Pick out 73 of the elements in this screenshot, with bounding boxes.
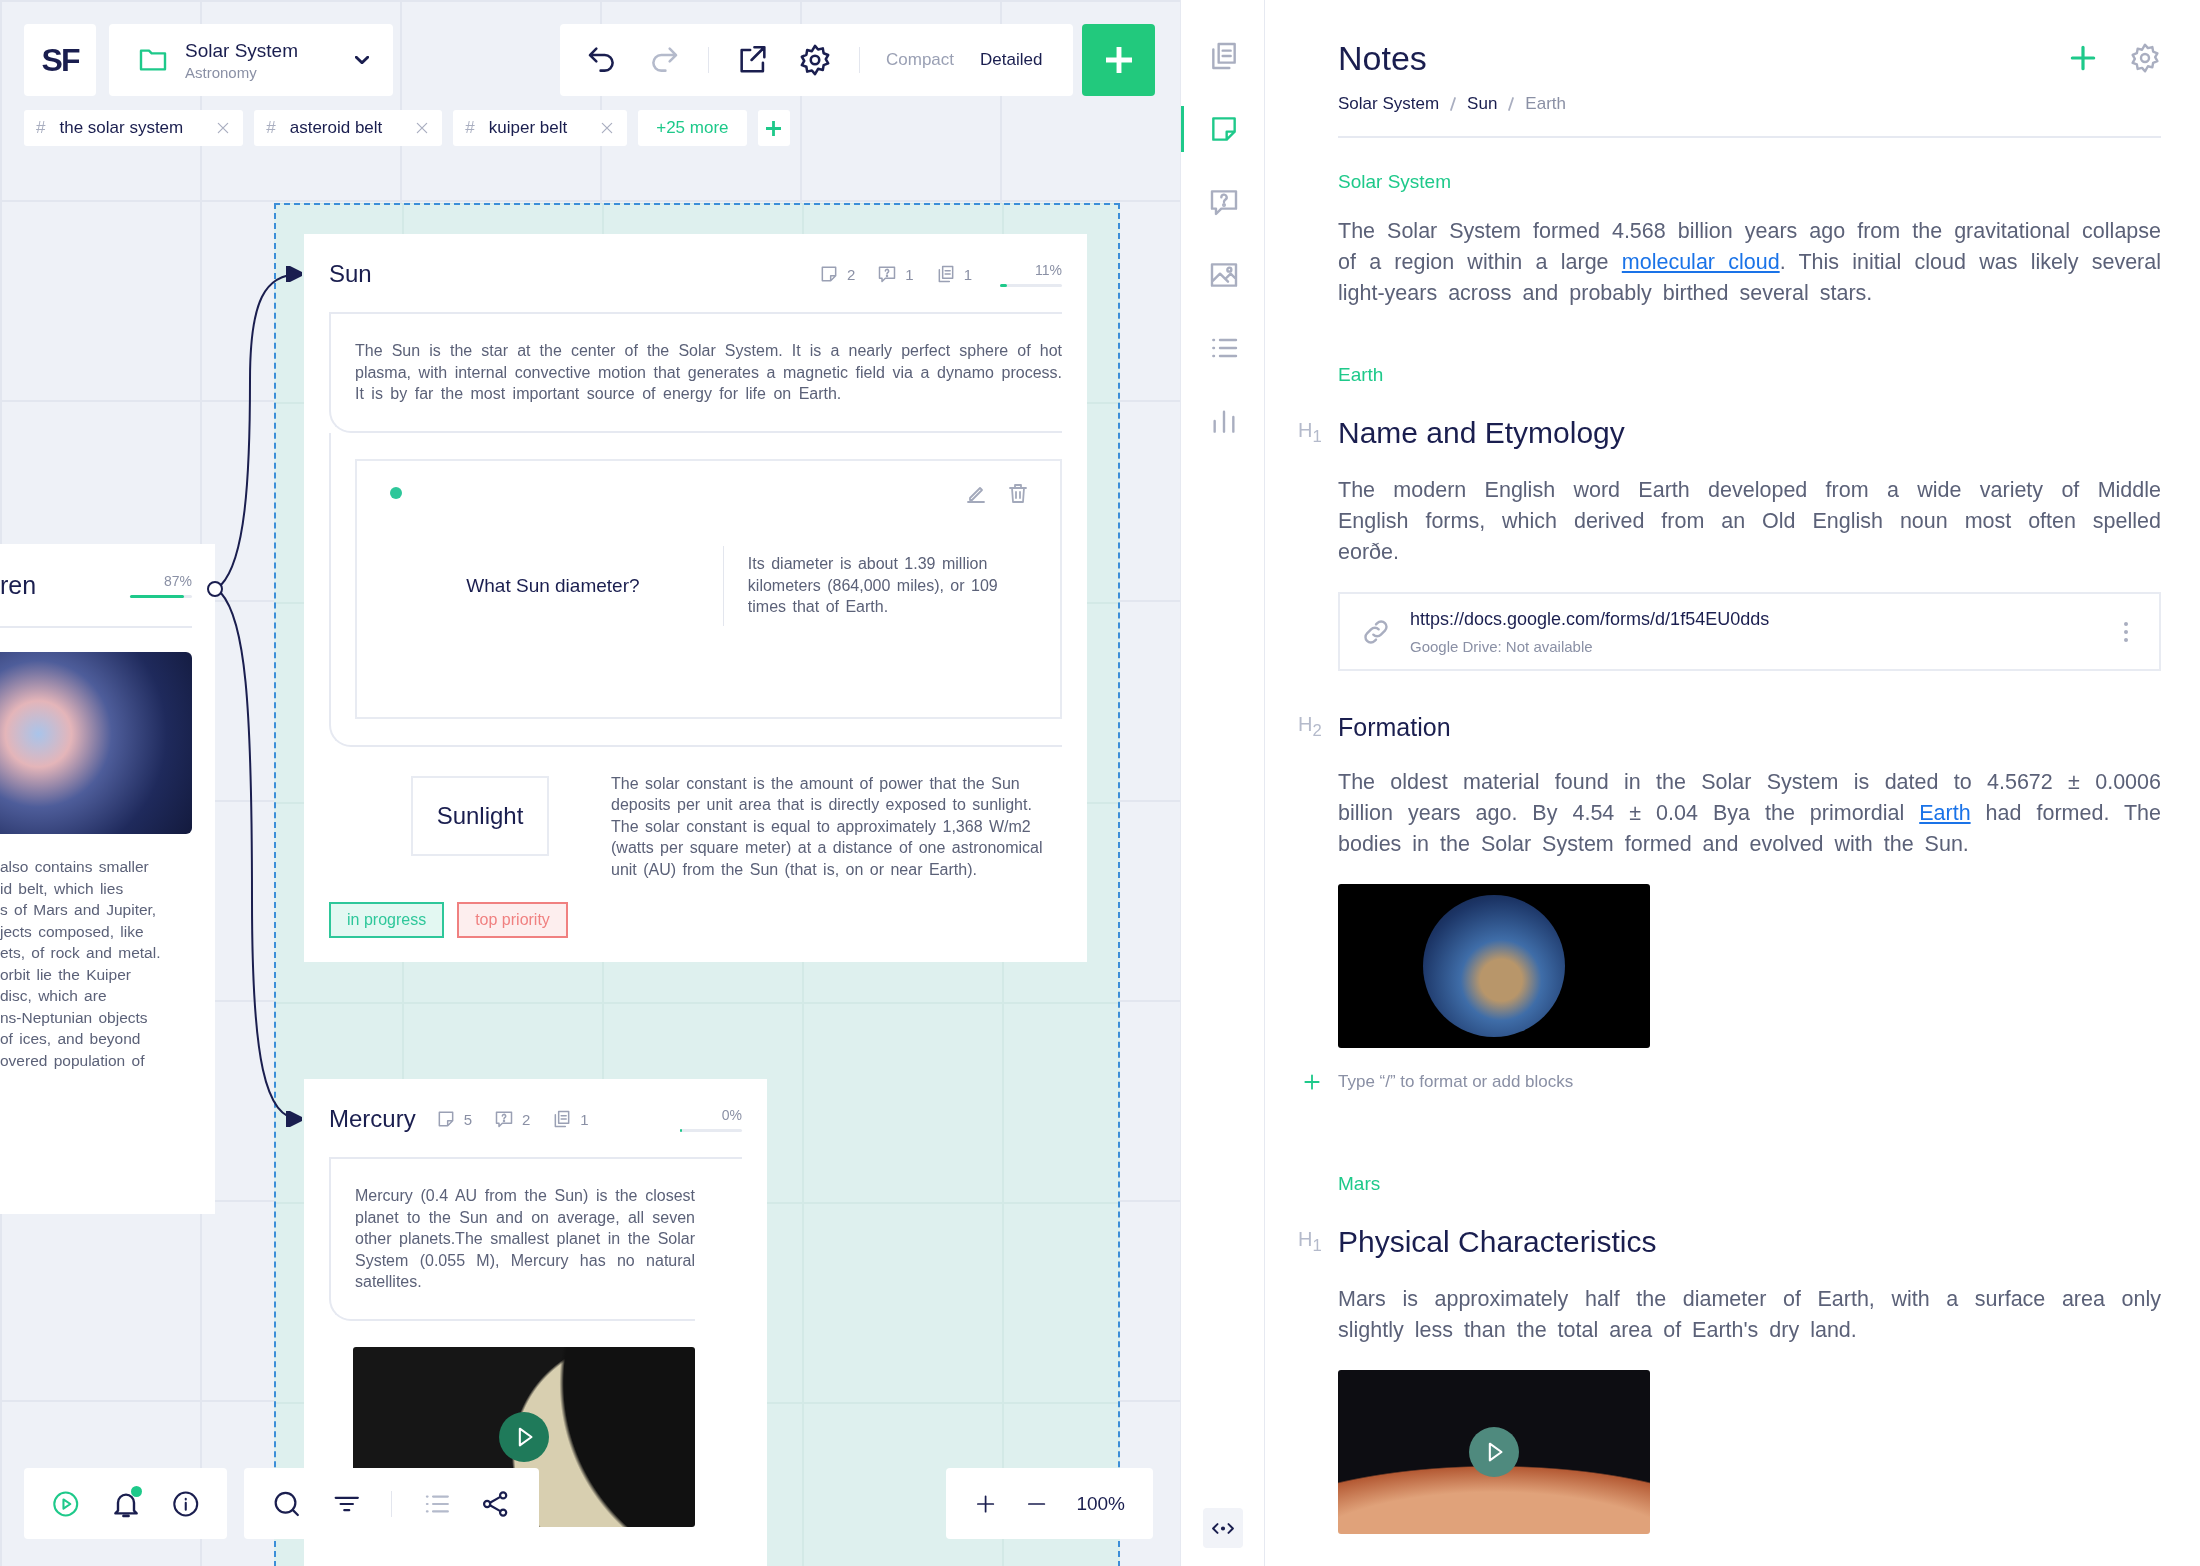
code-view-button[interactable]: [1202, 1508, 1243, 1548]
branch-text: The solar constant is the amount of power that the Sun deposits per unit area that is directly exposed to sunlight. The solar constant is equal to approximately 1,368 W/m2 (watts per square meter) at a distance of one astronomical unit (AU) from the Sun (that is, on or near Earth).: [611, 773, 1044, 880]
note-count: 5: [463, 1110, 472, 1128]
text-link[interactable]: Earth: [1919, 801, 1971, 825]
tag-chip[interactable]: # the solar system: [24, 110, 244, 146]
link-status: Google Drive: Not available: [1410, 637, 1594, 655]
copies-count: 1: [580, 1110, 589, 1128]
tag-label: the solar system: [59, 118, 184, 138]
card-title: Sun: [329, 260, 373, 288]
zoom-level: 100%: [1076, 1492, 1125, 1515]
link-url: https://docs.google.com/forms/d/1f54EU0dds: [1410, 608, 1770, 630]
tag-label: asteroid belt: [289, 118, 383, 138]
flashcard-question: What Sun diameter?: [465, 574, 641, 597]
video-thumbnail[interactable]: [1338, 1370, 1650, 1534]
code-icon: [1211, 1522, 1234, 1534]
play-button-icon[interactable]: [499, 1411, 549, 1462]
paragraph: Mars is approximately half the diameter of Earth, with a surface area only slightly less than the total area of Earth's dry land.: [1338, 1286, 2161, 1344]
paragraph: The Solar System formed 4.568 billion years ago from the gravitational collapse of a region within a large molecular cloud. This initial cloud was likely several light-years across and probably birthed several stars.: [1338, 218, 2161, 307]
copies-count: 1: [963, 265, 972, 283]
paragraph: The modern English word Earth developed from a wide variety of Middle English forms, which derived from an Old English noun most often spelled eorðe.: [1338, 477, 2161, 566]
section-label: Earth: [1338, 363, 1385, 387]
progress-reading: 0%: [721, 1106, 742, 1123]
card-text: also contains smaller id belt, which lies s of Mars and Jupiter, jects composed, like ets, of rock and metal. orbit lie the Kuiper disc, which are ns-Neptunian objects of ices, and beyond overed population of: [0, 857, 162, 1071]
plus-icon: [1105, 47, 1132, 73]
project-selector[interactable]: Solar System Astronomy: [109, 24, 393, 96]
progress-reading: 11%: [1035, 261, 1062, 278]
note-count: 2: [846, 265, 856, 283]
slash-icon: [1507, 96, 1516, 112]
heading: Name and Etymology: [1338, 415, 1625, 451]
question-count: 2: [522, 1110, 531, 1128]
add-button[interactable]: [1082, 24, 1155, 96]
more-options-icon[interactable]: [2123, 619, 2129, 644]
card-text: Mercury (0.4 AU from the Sun) is the closest planet to the Sun and on average, all seven other planets.The smallest planet in the Solar System (0.055 M), Mercury has no natural satellites.: [355, 1186, 695, 1292]
add-block-field[interactable]: Type “/” to format or add blocks: [1338, 1072, 1758, 1092]
project-subtitle: Astronomy: [185, 63, 258, 81]
breadcrumb-link[interactable]: Solar System: [1338, 94, 1440, 114]
section-label: Mars: [1338, 1172, 1382, 1196]
panel-title: Notes: [1338, 38, 1427, 78]
breadcrumb-link[interactable]: Sun: [1467, 94, 1498, 114]
connector-node[interactable]: [207, 581, 223, 597]
tag-label: kuiper belt: [488, 118, 568, 138]
question-icon: [494, 1109, 514, 1129]
app-logo[interactable]: SF: [24, 24, 96, 96]
text-link[interactable]: molecular cloud: [1621, 250, 1780, 274]
question-count: 1: [905, 265, 914, 283]
add-tag-button[interactable]: [757, 110, 790, 146]
tag-prefix: #: [465, 118, 475, 138]
flashcard-answer: Its diameter is about 1.39 million kilometers (864,000 miles), or 109 times that of Earth.: [747, 554, 999, 618]
tag-chip[interactable]: # kuiper belt: [453, 110, 628, 146]
question-icon: [877, 264, 898, 284]
card-title: ren: [0, 570, 38, 600]
add-block-icon[interactable]: [1302, 1072, 1322, 1092]
heading: Formation: [1338, 712, 1451, 743]
link-card[interactable]: https://docs.google.com/forms/d/1f54EU0dds Google Drive: Not available: [1338, 592, 2161, 671]
progress-reading: 87%: [163, 572, 192, 589]
chevron-down-icon: [355, 56, 369, 64]
status-dot-icon: [390, 486, 402, 499]
play-button-icon[interactable]: [1469, 1427, 1519, 1477]
tag-chip[interactable]: # asteroid belt: [254, 110, 443, 146]
slash-icon: [1449, 96, 1458, 112]
tag-prefix: #: [36, 118, 46, 138]
tag-prefix: #: [266, 118, 276, 138]
branch-node[interactable]: Sunlight: [411, 775, 549, 856]
heading: Physical Characteristics: [1338, 1224, 1657, 1260]
paragraph: The oldest material found in the Solar System is dated to 4.5672 ± 0.0006 billion years ago. By 4.54 ± 0.04 Bya the primordial Earth had formed. The bodies in the Solar System formed and evolved with the Sun.: [1338, 769, 2161, 858]
card-title: Mercury: [329, 1105, 416, 1133]
plus-icon: [766, 120, 782, 136]
section-label: Solar System: [1338, 170, 1452, 194]
flashcard[interactable]: What Sun diameter? Its diameter is about 1.39 million kilometers (864,000 miles), or 109 times that of Earth.: [355, 458, 1062, 719]
view-mode-tab[interactable]: Detailed: [980, 50, 1043, 70]
project-name: Solar System: [185, 39, 299, 62]
settings-icon[interactable]: [2129, 42, 2161, 74]
card-text: The Sun is the star at the center of the Solar System. It is a nearly perfect sphere of hot plasma, with internal convective motion that generates a magnetic field via a dynamo process. It is by far the most important source of energy for life on Earth.: [355, 341, 1062, 404]
